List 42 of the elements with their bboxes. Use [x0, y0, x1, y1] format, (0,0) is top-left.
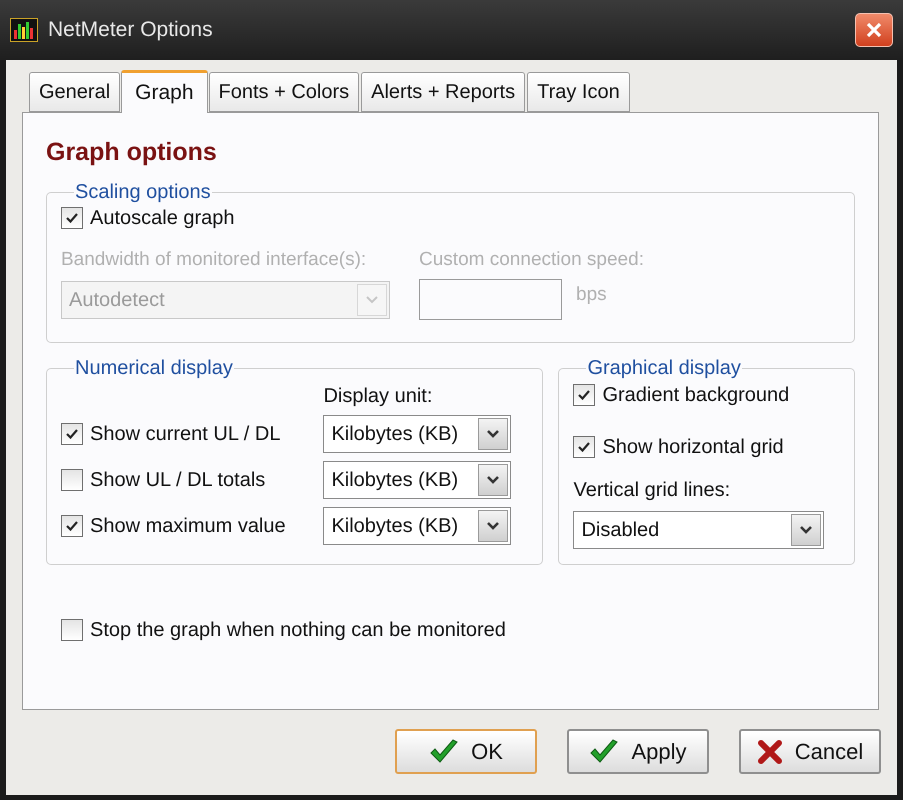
checkbox-label: Show UL / DL totals [90, 468, 266, 493]
dropdown[interactable]: Disabled [573, 511, 824, 549]
field-label: Bandwidth of monitored interface(s): [61, 248, 368, 272]
dialog-button[interactable]: OK [395, 729, 537, 774]
checkmark-icon [429, 738, 460, 764]
checkbox[interactable] [61, 619, 83, 641]
checkbox[interactable] [61, 423, 83, 445]
close-button[interactable] [855, 13, 893, 47]
tab[interactable]: Alerts + Reports [361, 72, 526, 112]
checkbox-label: Show current UL / DL [90, 422, 280, 447]
tab[interactable]: Fonts + Colors [208, 72, 360, 112]
unit-label: bps [576, 282, 607, 306]
checkbox-label: Show horizontal grid [602, 435, 784, 460]
close-icon [864, 20, 884, 40]
group-title: Graphical display [586, 357, 742, 379]
dropdown[interactable]: Kilobytes (KB) [323, 415, 512, 453]
cross-icon [756, 738, 783, 764]
checkbox-label: Stop the graph when nothing can be monitored [90, 618, 506, 643]
group-title: Scaling options [74, 181, 212, 203]
column-header: Display unit: [323, 384, 434, 409]
checkbox[interactable] [573, 436, 596, 458]
checkbox-label: Autoscale graph [90, 206, 235, 231]
checkmark-icon [589, 738, 620, 764]
dropdown[interactable]: Kilobytes (KB) [323, 507, 512, 545]
tab[interactable]: General [29, 72, 120, 112]
checkbox-label: Show maximum value [90, 514, 286, 539]
checkbox[interactable] [573, 384, 596, 406]
checkbox-label: Gradient background [602, 383, 790, 408]
dialog-button[interactable]: Cancel [739, 729, 881, 774]
checkbox[interactable] [61, 469, 83, 491]
window-title: NetMeter Options [48, 17, 214, 44]
section-heading: Graph options [46, 137, 218, 167]
dropdown[interactable]: Kilobytes (KB) [323, 461, 512, 499]
dialog-button[interactable]: Apply [567, 729, 709, 774]
tab[interactable]: Graph [121, 70, 208, 113]
tab[interactable]: Tray Icon [527, 72, 630, 112]
group-title: Numerical display [74, 357, 234, 379]
field-label: Vertical grid lines: [573, 478, 732, 503]
app-icon [10, 18, 38, 42]
checkbox[interactable] [61, 207, 83, 229]
field-label: Custom connection speed: [419, 248, 644, 272]
checkbox[interactable] [61, 515, 83, 537]
